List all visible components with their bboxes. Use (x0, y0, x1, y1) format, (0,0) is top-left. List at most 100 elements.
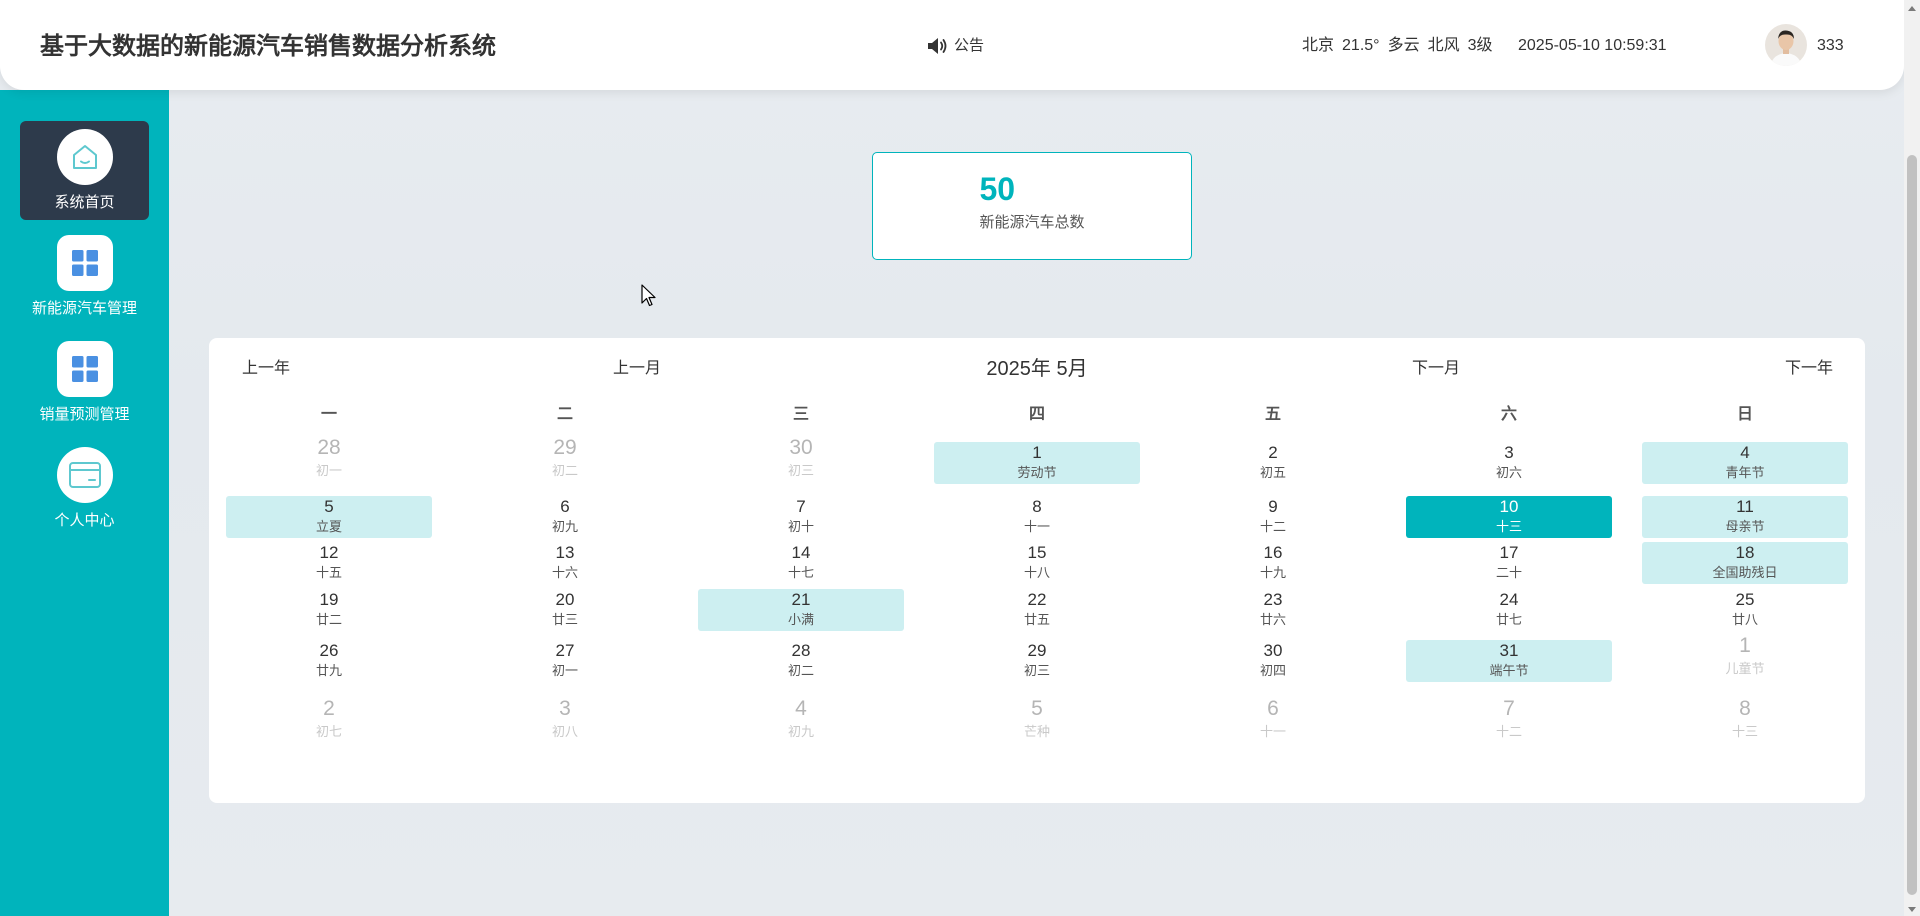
calendar-day[interactable]: 26 廿九 (226, 640, 432, 682)
calendar-prev-year-button[interactable]: 上一年 (242, 359, 290, 379)
calendar-day[interactable]: 31 端午节 (1406, 640, 1612, 682)
calendar-day-other-month[interactable]: 5 芒种 (934, 697, 1140, 745)
calendar-day-number: 21 (791, 590, 811, 609)
calendar-lunar-date: 廿二 (315, 612, 342, 627)
calendar-day[interactable]: 13 十六 (462, 542, 668, 584)
calendar-week-row: 26 廿九 27 初一 28 初二 29 初三 30 初四 31 端午节 1 儿童节 (226, 634, 1848, 682)
calendar-day[interactable]: 12 十五 (226, 542, 432, 584)
calendar-day[interactable]: 2 初五 (1170, 442, 1376, 484)
calendar-day[interactable]: 11 母亲节 (1642, 496, 1848, 538)
weather-info: 北京 21.5° 多云 北风 3级 (1302, 36, 1501, 56)
calendar-weekday-label: 五 (1264, 406, 1281, 423)
calendar-day-other-month[interactable]: 3 初八 (462, 697, 668, 745)
calendar-next-month-button[interactable]: 下一月 (1412, 359, 1460, 379)
calendar-day[interactable]: 16 十九 (1170, 542, 1376, 584)
calendar-day[interactable]: 29 初三 (934, 640, 1140, 682)
calendar-day[interactable]: 5 立夏 (226, 496, 432, 538)
calendar-day[interactable]: 17 二十 (1406, 542, 1612, 584)
calendar-day-number: 2 (323, 697, 335, 720)
calendar-day[interactable]: 21 小满 (698, 589, 904, 631)
weather-wind-direction: 北风 (1427, 37, 1460, 54)
calendar-day[interactable]: 28 初二 (698, 640, 904, 682)
calendar-day-number: 20 (555, 590, 575, 609)
announcement-button[interactable]: 公告 (926, 34, 984, 58)
calendar-day[interactable]: 22 廿五 (934, 589, 1140, 631)
calendar-lunar-date: 母亲节 (1725, 519, 1765, 534)
calendar-day-number: 17 (1499, 543, 1519, 562)
calendar-day-number: 31 (1499, 641, 1519, 660)
calendar-day[interactable]: 19 廿二 (226, 589, 432, 631)
calendar-lunar-date: 廿八 (1731, 612, 1758, 627)
sidebar-nav: 系统首页 新能源汽车管理 销量预测管理 个人中心 (20, 121, 149, 538)
mouse-cursor-graphic (641, 284, 656, 307)
calendar-day-other-month[interactable]: 2 初七 (226, 697, 432, 745)
calendar-lunar-date: 十一 (1259, 724, 1286, 739)
calendar-lunar-date: 二十 (1495, 565, 1522, 580)
calendar-day[interactable]: 14 十七 (698, 542, 904, 584)
scroll-down-arrow-icon[interactable] (1908, 907, 1916, 912)
calendar-day-other-month[interactable]: 28 初一 (226, 436, 432, 484)
calendar-day[interactable]: 23 廿六 (1170, 589, 1376, 631)
sidebar-item-ev-management[interactable]: 新能源汽车管理 (20, 227, 149, 326)
calendar-day-number: 22 (1027, 590, 1047, 609)
sidebar-item-sales-forecast[interactable]: 销量预测管理 (20, 333, 149, 432)
user-avatar[interactable] (1765, 24, 1807, 66)
calendar-day[interactable]: 6 初九 (462, 496, 668, 538)
calendar-day-other-month[interactable]: 29 初二 (462, 436, 668, 484)
calendar-day[interactable]: 1 劳动节 (934, 442, 1140, 484)
stat-card-total-vehicles: 50 新能源汽车总数 (872, 152, 1192, 260)
sidebar-item-profile[interactable]: 个人中心 (20, 439, 149, 538)
calendar-day-other-month[interactable]: 6 十一 (1170, 697, 1376, 745)
home-icon (56, 129, 113, 185)
grid-icon (56, 341, 113, 397)
calendar-day[interactable]: 20 廿三 (462, 589, 668, 631)
calendar-next-year-button[interactable]: 下一年 (1785, 359, 1833, 379)
calendar-lunar-date: 十八 (1023, 565, 1050, 580)
calendar-lunar-date: 十九 (1259, 565, 1286, 580)
calendar-day-other-month[interactable]: 30 初三 (698, 436, 904, 484)
card-icon (56, 447, 113, 503)
calendar-day-other-month[interactable]: 8 十三 (1642, 697, 1848, 745)
calendar-day-number: 4 (795, 697, 807, 720)
calendar-lunar-date: 十一 (1023, 519, 1050, 534)
calendar-title: 2025年 5月 (986, 358, 1088, 380)
calendar-day[interactable]: 3 初六 (1406, 442, 1612, 484)
calendar-lunar-date: 初四 (1259, 663, 1286, 678)
home-icon-graphic (72, 145, 97, 169)
calendar-lunar-date: 十六 (551, 565, 578, 580)
page-scrollbar[interactable] (1904, 0, 1920, 916)
calendar-prev-month-button[interactable]: 上一月 (613, 359, 661, 379)
calendar-week-row: 5 立夏 6 初九 7 初十 8 十一 9 十二 10 十三 11 母亲节 (226, 496, 1848, 538)
calendar-day-other-month[interactable]: 4 初九 (698, 697, 904, 745)
calendar-day-number: 7 (1503, 697, 1515, 720)
username[interactable]: 333 (1817, 36, 1844, 56)
calendar-day[interactable]: 27 初一 (462, 640, 668, 682)
calendar-day-number: 13 (555, 543, 575, 562)
calendar-day[interactable]: 8 十一 (934, 496, 1140, 538)
calendar-day[interactable]: 18 全国助残日 (1642, 542, 1848, 584)
calendar-day-number: 25 (1735, 590, 1755, 609)
calendar-day-selected[interactable]: 10 十三 (1406, 496, 1612, 538)
weather-condition: 多云 (1387, 37, 1420, 54)
calendar-day-number: 16 (1263, 543, 1283, 562)
calendar-day[interactable]: 30 初四 (1170, 640, 1376, 682)
calendar-lunar-date: 劳动节 (1017, 465, 1057, 480)
calendar-day[interactable]: 24 廿七 (1406, 589, 1612, 631)
calendar-day[interactable]: 25 廿八 (1642, 589, 1848, 631)
current-datetime: 2025-05-10 10:59:31 (1518, 37, 1667, 54)
calendar-day-number: 2 (1268, 443, 1278, 462)
calendar-day-number: 1 (1032, 443, 1042, 462)
calendar-day[interactable]: 9 十二 (1170, 496, 1376, 538)
scroll-thumb[interactable] (1907, 155, 1917, 895)
calendar-day-number: 6 (1267, 697, 1279, 720)
calendar-day[interactable]: 15 十八 (934, 542, 1140, 584)
calendar-weekday-label: 一 (320, 406, 337, 423)
calendar-weekday-label: 四 (1028, 406, 1045, 423)
calendar-day-other-month[interactable]: 7 十二 (1406, 697, 1612, 745)
calendar-day-other-month[interactable]: 1 儿童节 (1642, 634, 1848, 682)
scroll-up-arrow-icon[interactable] (1908, 6, 1916, 11)
sidebar-item-home[interactable]: 系统首页 (20, 121, 149, 220)
calendar-day[interactable]: 7 初十 (698, 496, 904, 538)
calendar-lunar-date: 十二 (1495, 724, 1522, 739)
calendar-day[interactable]: 4 青年节 (1642, 442, 1848, 484)
